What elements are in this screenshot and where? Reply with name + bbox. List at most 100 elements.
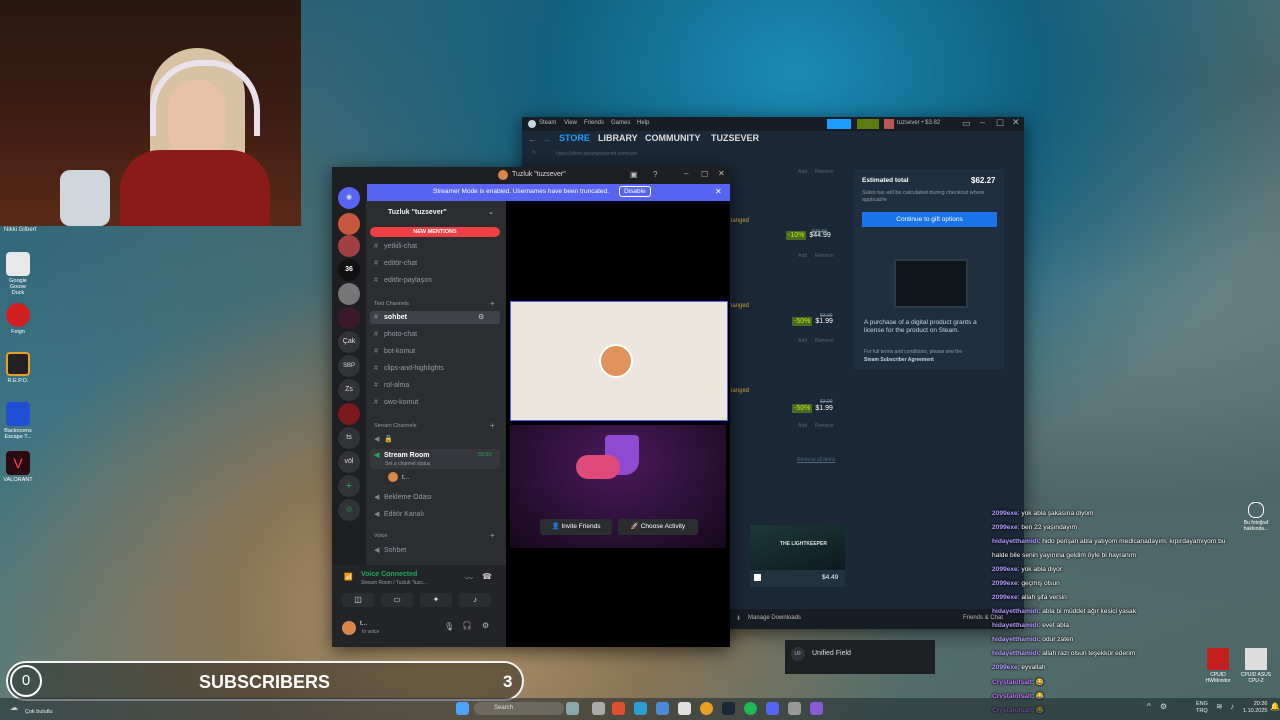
chat-username[interactable]: hidayetthamidi xyxy=(992,608,1039,615)
chat-username[interactable]: hidayetthamidi xyxy=(992,650,1039,657)
channel-editor-paylasim[interactable]: # editör-paylaşım xyxy=(374,277,432,284)
remove-all-link[interactable]: Remove all items xyxy=(797,457,835,463)
voice-bekleme-odasi[interactable]: ◀ Bekleme Odası xyxy=(374,493,432,501)
reload-icon[interactable]: ↻ xyxy=(532,150,536,156)
notification-icon[interactable] xyxy=(857,119,879,129)
channel-editor-chat[interactable]: # editör-chat xyxy=(374,260,417,267)
channel-photo-chat[interactable]: # photo-chat xyxy=(374,331,417,338)
guild-avatar[interactable] xyxy=(338,307,360,329)
channel-clips[interactable]: # clips-and-highlights xyxy=(374,365,444,372)
nav-community[interactable]: COMMUNITY xyxy=(645,133,701,143)
weather-text[interactable]: Çok bulutlu xyxy=(25,709,53,715)
guild-avatar[interactable] xyxy=(338,403,360,425)
mail-icon[interactable] xyxy=(656,702,669,715)
language-indicator[interactable]: ENG TRQ xyxy=(1196,701,1208,714)
chat-username[interactable]: 2099exe xyxy=(992,566,1018,573)
desktop-icon-valorant[interactable]: V VALORANT xyxy=(3,451,33,483)
desktop-icon-backrooms[interactable]: Backrooms Escape T... xyxy=(3,402,33,440)
voice-connected-sub[interactable]: Stream Room / Tuzluk "tuzs... xyxy=(361,580,427,586)
channel-sohbet[interactable]: # sohbet xyxy=(374,314,407,321)
avatar[interactable] xyxy=(388,472,398,482)
minimize-icon[interactable]: – xyxy=(684,169,688,178)
chat-username[interactable]: hidayetthamidi xyxy=(992,622,1039,629)
channel-bot-komut[interactable]: # bot-komut xyxy=(374,348,415,355)
task-view-icon[interactable] xyxy=(592,702,605,715)
app-icon[interactable] xyxy=(612,702,625,715)
camera-button[interactable]: ◫ xyxy=(342,593,374,607)
category-voice[interactable]: Voice xyxy=(374,533,387,539)
chat-username[interactable]: 2099exe xyxy=(992,594,1018,601)
menu-games[interactable]: Games xyxy=(611,120,630,126)
wifi-icon[interactable]: ≋ xyxy=(1216,702,1223,711)
add-server-icon[interactable]: + xyxy=(338,475,360,497)
add-channel-icon[interactable]: + xyxy=(490,421,495,430)
nav-library[interactable]: LIBRARY xyxy=(598,133,638,143)
menu-friends[interactable]: Friends xyxy=(584,120,604,126)
guild-zs[interactable]: Zs xyxy=(338,379,360,401)
dm-avatar[interactable] xyxy=(338,235,360,257)
remove-link[interactable]: Remove xyxy=(815,423,834,429)
voice-stream-room[interactable]: ◀ Stream Room xyxy=(374,451,430,459)
user-tile[interactable] xyxy=(510,301,728,421)
bell-icon[interactable]: 🔔 xyxy=(1270,702,1280,711)
store-icon[interactable] xyxy=(678,702,691,715)
terms-link[interactable]: Steam Subscriber Agreement xyxy=(864,357,934,363)
add-link[interactable]: Add xyxy=(798,423,807,429)
noise-suppression-icon[interactable]: 〰 xyxy=(465,573,473,584)
edge-icon[interactable] xyxy=(634,702,647,715)
dm-avatar[interactable] xyxy=(338,213,360,235)
inbox-icon[interactable]: ▣ xyxy=(630,170,638,179)
chat-username[interactable]: hidayetthamidi xyxy=(992,636,1039,643)
discord-home-icon[interactable]: ◉ xyxy=(338,187,360,209)
add-channel-icon[interactable]: + xyxy=(490,299,495,308)
url-bar[interactable]: https://store.steampowered.com/cart xyxy=(556,151,637,157)
category-text-channels[interactable]: Text Channels xyxy=(374,301,409,307)
search-input[interactable]: Search xyxy=(474,702,564,715)
menu-help[interactable]: Help xyxy=(637,120,649,126)
close-icon[interactable]: ✕ xyxy=(718,169,725,178)
chat-username[interactable]: 2099exe xyxy=(992,580,1018,587)
volume-icon[interactable]: ♪ xyxy=(1230,702,1234,711)
chat-username[interactable]: hidayetthamidi xyxy=(992,538,1039,545)
chevron-up-icon[interactable]: ^ xyxy=(1147,702,1151,711)
desktop-icon-repo[interactable]: R.E.P.O. xyxy=(3,352,33,384)
steam-account[interactable]: tuzsever • $3.82 xyxy=(897,120,940,126)
rec-card[interactable]: THE LIGHTKEEPER $4.49 xyxy=(750,525,845,587)
add-channel-icon[interactable]: + xyxy=(490,531,495,540)
guild-avatar[interactable] xyxy=(338,283,360,305)
choose-activity-button[interactable]: 🚀 Choose Activity xyxy=(618,519,698,535)
app-icon[interactable] xyxy=(810,702,823,715)
unified-field-panel[interactable]: UF Unified Field xyxy=(785,640,935,674)
guild-ts[interactable]: ts xyxy=(338,427,360,449)
close-icon[interactable]: ✕ xyxy=(1012,117,1020,128)
gift-options-button[interactable]: Continue to gift options xyxy=(862,212,997,227)
window-restore-icon[interactable]: ▭ xyxy=(962,118,971,129)
disconnect-icon[interactable]: ☎ xyxy=(482,572,492,581)
app-icon[interactable] xyxy=(788,702,801,715)
voice-editor-kanali[interactable]: ◀ Editör Kanalı xyxy=(374,510,424,518)
chat-username[interactable]: Crystalofsalt xyxy=(992,679,1032,686)
widget-icon[interactable] xyxy=(566,702,579,715)
remove-link[interactable]: Remove xyxy=(815,169,834,175)
mic-icon[interactable]: 🎙 xyxy=(444,622,454,631)
voice-user-name[interactable]: t... xyxy=(402,474,409,481)
new-mentions-pill[interactable]: NEW MENTIONS xyxy=(370,227,500,237)
weather-icon[interactable]: ☁ xyxy=(10,703,18,712)
disable-button[interactable]: Disable xyxy=(619,186,651,197)
add-link[interactable]: Add xyxy=(798,338,807,344)
tray-icon[interactable]: ⚙ xyxy=(1160,702,1167,711)
gear-icon[interactable]: ⚙ xyxy=(478,313,484,321)
server-header[interactable]: Tuzluk "tuzsever" ⌄ xyxy=(366,201,506,222)
discover-icon[interactable]: ◎ xyxy=(338,499,360,521)
chat-username[interactable]: 2099exe xyxy=(992,510,1018,517)
desktop-icon-feign[interactable]: Feign xyxy=(3,303,33,335)
guild-36[interactable]: 36 xyxy=(338,259,360,281)
manage-downloads[interactable]: Manage Downloads xyxy=(748,615,801,621)
avatar[interactable] xyxy=(884,119,894,129)
channel-rol-alma[interactable]: # rol-alma xyxy=(374,382,409,389)
menu-view[interactable]: View xyxy=(564,120,577,126)
screen-share-button[interactable]: ▭ xyxy=(381,593,413,607)
guild-vol[interactable]: völ xyxy=(338,451,360,473)
announce-icon[interactable] xyxy=(827,119,851,129)
nav-store[interactable]: STORE xyxy=(559,133,590,143)
